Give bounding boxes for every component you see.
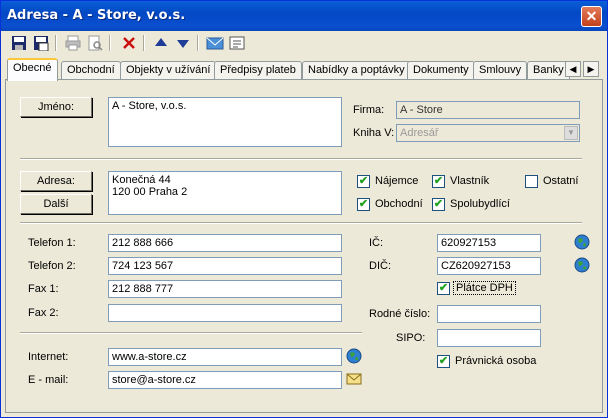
- save-as-button[interactable]: [31, 33, 51, 53]
- sipo-label: SIPO:: [396, 332, 426, 344]
- telefon2-field[interactable]: 724 123 567: [108, 257, 342, 275]
- internet-field[interactable]: www.a-store.cz: [108, 348, 342, 366]
- ic-label: IČ:: [369, 237, 384, 249]
- open-web-button[interactable]: [345, 347, 363, 365]
- delete-button[interactable]: [119, 33, 139, 53]
- title-bar[interactable]: Adresa - A - Store, v.o.s. ✕: [1, 1, 607, 31]
- print-button[interactable]: [63, 33, 83, 53]
- tab-banky[interactable]: Banky: [527, 61, 570, 80]
- ostatni-checkbox[interactable]: [525, 175, 538, 188]
- arrow-down-icon: [177, 40, 189, 48]
- save-button[interactable]: [9, 33, 29, 53]
- ic-field[interactable]: 620927153: [437, 234, 541, 252]
- platce-dph-checkbox[interactable]: ✔: [437, 282, 450, 295]
- address-card-button[interactable]: [227, 33, 247, 53]
- spolubydlici-label: Spolubydlící: [450, 198, 510, 210]
- fax2-field[interactable]: [108, 304, 342, 322]
- vlastnik-checkbox[interactable]: ✔: [432, 175, 445, 188]
- adresa-textarea[interactable]: Konečná 44 120 00 Praha 2: [108, 171, 342, 215]
- jmeno-button[interactable]: Jméno:: [20, 97, 92, 117]
- tab-scroll-right[interactable]: ▶: [583, 61, 599, 77]
- fax1-field[interactable]: 212 888 777: [108, 280, 342, 298]
- sipo-field[interactable]: [437, 329, 541, 347]
- print-preview-button[interactable]: [85, 33, 105, 53]
- kniha-select-value: Adresář: [400, 127, 439, 139]
- close-button[interactable]: ✕: [581, 6, 602, 27]
- telefon1-label: Telefon 1:: [28, 237, 76, 249]
- rodne-cislo-field[interactable]: [437, 305, 541, 323]
- obchodni-checkbox[interactable]: ✔: [357, 198, 370, 211]
- internet-label: Internet:: [28, 351, 69, 363]
- toolbar-separator: [143, 35, 145, 51]
- fax2-label: Fax 2:: [28, 307, 59, 319]
- telefon2-label: Telefon 2:: [28, 260, 76, 272]
- print-icon: [65, 35, 81, 51]
- jmeno-textarea[interactable]: A - Store, v.o.s.: [108, 97, 342, 147]
- globe-icon: [574, 234, 590, 250]
- address-window: Adresa - A - Store, v.o.s. ✕ Obecné Obch…: [0, 0, 608, 418]
- spolubydlici-checkbox[interactable]: ✔: [432, 198, 445, 211]
- dic-lookup-button[interactable]: [573, 256, 591, 274]
- telefon1-field[interactable]: 212 888 666: [108, 234, 342, 252]
- toolbar: [5, 33, 603, 55]
- envelope-icon: [346, 373, 362, 385]
- kniha-label: Kniha V:: [353, 127, 395, 139]
- send-mail-button[interactable]: [205, 33, 225, 53]
- arrow-up-icon: [155, 38, 167, 46]
- tab-panel-obecne: Jméno: A - Store, v.o.s. Firma: A - Stor…: [5, 79, 603, 413]
- dalsi-button[interactable]: Další: [20, 194, 92, 214]
- print-preview-icon: [88, 35, 103, 51]
- tab-strip: Obecné Obchodní Objekty v užívání Předpi…: [5, 58, 605, 81]
- ic-lookup-button[interactable]: [573, 233, 591, 251]
- save-icon: [12, 36, 26, 50]
- tab-predpisy[interactable]: Předpisy plateb: [214, 61, 302, 80]
- delete-icon: [123, 37, 135, 49]
- firma-label: Firma:: [353, 104, 385, 116]
- globe-icon: [574, 257, 590, 273]
- divider: [20, 222, 582, 224]
- pravnicka-osoba-checkbox[interactable]: ✔: [437, 355, 450, 368]
- najemce-checkbox[interactable]: ✔: [357, 175, 370, 188]
- email-field[interactable]: store@a-store.cz: [108, 371, 342, 389]
- tab-scroll-left[interactable]: ◀: [565, 61, 581, 77]
- globe-icon: [346, 348, 362, 364]
- tab-nabidky[interactable]: Nabídky a poptávky: [302, 61, 411, 80]
- address-card-icon: [229, 36, 245, 50]
- window-title: Adresa - A - Store, v.o.s.: [7, 8, 186, 23]
- ostatni-label: Ostatní: [543, 175, 579, 187]
- dic-label: DIČ:: [369, 260, 391, 272]
- vlastnik-label: Vlastník: [450, 175, 490, 187]
- najemce-label: Nájemce: [375, 175, 419, 187]
- email-label: E - mail:: [28, 374, 69, 386]
- adresa-button[interactable]: Adresa:: [20, 171, 92, 191]
- tab-smlouvy[interactable]: Smlouvy: [473, 61, 528, 80]
- send-email-button[interactable]: [345, 370, 363, 388]
- rodne-cislo-label: Rodné číslo:: [369, 308, 431, 320]
- fax1-label: Fax 1:: [28, 283, 59, 295]
- obchodni-label: Obchodní: [375, 198, 423, 210]
- divider: [20, 158, 582, 160]
- pravnicka-osoba-label: Právnická osoba: [455, 355, 537, 367]
- dic-field[interactable]: CZ620927153: [437, 257, 541, 275]
- tab-obecne[interactable]: Obecné: [7, 58, 58, 81]
- divider: [20, 332, 362, 334]
- move-down-button[interactable]: [173, 33, 193, 53]
- envelope-icon: [206, 37, 224, 50]
- toolbar-separator: [197, 35, 199, 51]
- tab-obchodni[interactable]: Obchodní: [61, 61, 121, 80]
- kniha-select[interactable]: Adresář ▼: [396, 124, 580, 142]
- chevron-down-icon[interactable]: ▼: [564, 126, 578, 140]
- platce-dph-label: Plátce DPH: [453, 281, 516, 295]
- move-up-button[interactable]: [151, 33, 171, 53]
- save-as-icon: [34, 36, 49, 51]
- toolbar-separator: [109, 35, 111, 51]
- tab-dokumenty[interactable]: Dokumenty: [407, 61, 475, 80]
- firma-field[interactable]: A - Store: [396, 101, 580, 119]
- toolbar-separator: [55, 35, 57, 51]
- tab-objekty[interactable]: Objekty v užívání: [120, 61, 217, 80]
